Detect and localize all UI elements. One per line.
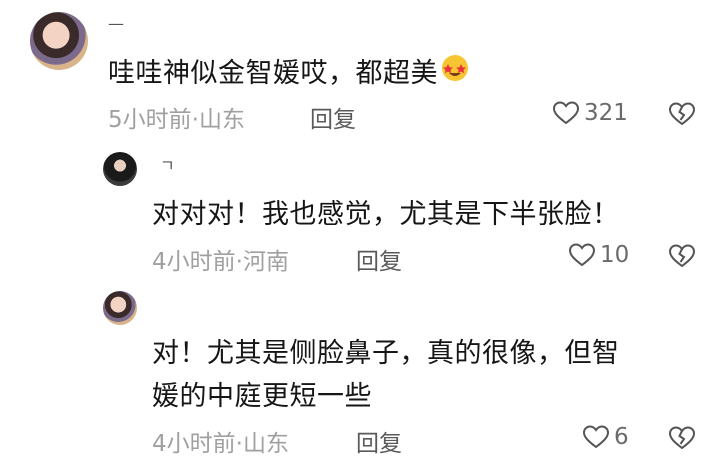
like-count: 321 (584, 100, 628, 126)
reply-button[interactable]: 回复 (310, 100, 356, 134)
broken-heart-icon (668, 102, 696, 126)
like-button[interactable]: 321 (552, 100, 628, 126)
comment-text: 对！尤其是侧脸鼻子，真的很像，但智 媛的中庭更短一些 (152, 332, 620, 418)
reply-button[interactable]: 回复 (356, 424, 402, 458)
broken-heart-icon (668, 244, 696, 268)
comment-meta: 4小时前·山东 (152, 431, 289, 457)
comment-meta: 5小时前·山东 (108, 107, 245, 133)
comment-text: 哇哇神似金智媛哎，都超美 (108, 52, 470, 96)
heart-outline-icon (552, 101, 580, 125)
comment-text-line: 媛的中庭更短一些 (152, 381, 372, 412)
dislike-button[interactable] (668, 243, 696, 273)
reply-button[interactable]: 回复 (356, 242, 402, 276)
like-button[interactable]: 10 (568, 242, 629, 268)
avatar[interactable] (30, 12, 88, 70)
broken-heart-icon (668, 426, 696, 450)
username[interactable]: ㄱ (160, 152, 175, 176)
username[interactable]: — (108, 14, 124, 33)
comment-text-line: 对！尤其是侧脸鼻子，真的很像，但智 (152, 338, 620, 369)
like-button[interactable]: 6 (582, 424, 629, 450)
avatar[interactable] (103, 152, 137, 186)
heart-outline-icon (568, 243, 596, 267)
dislike-button[interactable] (668, 101, 696, 131)
avatar[interactable] (103, 291, 137, 325)
comment-meta: 4小时前·河南 (152, 249, 289, 275)
star-struck-emoji (440, 53, 470, 96)
comment-text-content: 哇哇神似金智媛哎，都超美 (108, 58, 438, 89)
comment-text: 对对对！我也感觉，尤其是下半张脸！ (152, 199, 620, 230)
like-count: 10 (600, 242, 630, 268)
like-count: 6 (614, 424, 629, 450)
heart-outline-icon (582, 425, 610, 449)
dislike-button[interactable] (668, 425, 696, 455)
